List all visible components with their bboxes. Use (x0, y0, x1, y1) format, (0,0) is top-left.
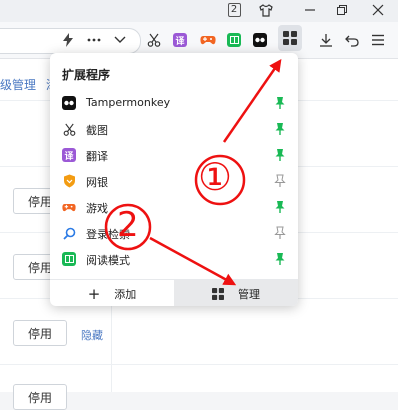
annotation-number-1: ① (198, 155, 233, 199)
extension-name: Tampermonkey (86, 96, 171, 109)
extension-row-translate[interactable]: 译 翻译 (50, 144, 298, 170)
popup-footer: + 添加 管理 (50, 279, 298, 306)
book-icon[interactable] (224, 30, 244, 50)
extension-name: 阅读模式 (86, 254, 130, 267)
extension-row-screenshot[interactable]: 截图 (50, 118, 298, 144)
manage-extensions-button[interactable]: 管理 (174, 280, 298, 306)
lightning-icon[interactable] (58, 30, 78, 50)
scissors-icon (62, 122, 76, 136)
divider (0, 364, 398, 365)
pin-icon[interactable] (274, 96, 286, 110)
pin-icon[interactable] (274, 122, 286, 136)
hide-link[interactable]: 隐藏 (81, 327, 103, 343)
tab-count-icon[interactable]: 2 (226, 2, 242, 18)
shirt-icon[interactable] (258, 2, 274, 18)
extensions-grid-icon (283, 31, 297, 45)
undo-icon[interactable] (342, 30, 362, 50)
extensions-button[interactable] (278, 25, 302, 51)
gamepad-icon (62, 200, 76, 214)
more-icon[interactable] (84, 30, 104, 50)
menu-icon[interactable] (368, 30, 388, 50)
scissors-icon[interactable] (144, 30, 164, 50)
add-label: 添加 (114, 287, 137, 301)
book-icon (62, 252, 76, 266)
add-extension-button[interactable]: + 添加 (50, 280, 174, 306)
pin-icon[interactable] (274, 174, 286, 188)
bank-shield-icon (62, 174, 76, 188)
pin-icon[interactable] (274, 200, 286, 214)
extensions-grid-icon (212, 287, 224, 300)
extension-row-game[interactable]: 游戏 (50, 196, 298, 222)
translate-icon[interactable]: 译 (170, 30, 190, 50)
tampermonkey-icon[interactable] (250, 30, 270, 50)
extension-row-login-search[interactable]: 登录检索 (50, 222, 298, 248)
manage-label: 管理 (238, 287, 260, 301)
window-titlebar: 2 (0, 0, 398, 22)
translate-icon: 译 (62, 148, 76, 162)
extension-name: 翻译 (86, 150, 108, 163)
extension-row-reader[interactable]: 阅读模式 (50, 248, 298, 274)
restore-icon[interactable] (334, 2, 350, 18)
tab-count: 2 (227, 3, 241, 17)
plus-icon: + (87, 284, 101, 303)
chevron-down-icon[interactable] (110, 30, 130, 50)
download-icon[interactable] (316, 30, 336, 50)
minimize-icon[interactable] (302, 2, 318, 18)
extension-name: 游戏 (86, 202, 108, 215)
link-manage[interactable]: 级管理 (0, 76, 36, 93)
extension-row-tampermonkey[interactable]: Tampermonkey (50, 92, 298, 118)
stop-button[interactable]: 停用 (13, 384, 67, 410)
extension-row-bank[interactable]: 网银 (50, 170, 298, 196)
extension-name: 截图 (86, 124, 108, 137)
extensions-popup: 扩展程序 Tampermonkey 截图 译 翻译 网银 游戏 登录检索 阅读模… (50, 53, 298, 306)
extension-name: 网银 (86, 176, 108, 189)
pin-icon[interactable] (274, 148, 286, 162)
popup-title: 扩展程序 (62, 68, 111, 82)
pin-icon[interactable] (274, 252, 286, 266)
tampermonkey-icon (62, 96, 76, 110)
close-icon[interactable] (370, 2, 386, 18)
pin-icon[interactable] (274, 226, 286, 240)
stop-button[interactable]: 停用 (13, 320, 67, 346)
gamepad-icon[interactable] (198, 30, 218, 50)
annotation-number-2: 2 (117, 205, 139, 245)
search-icon (62, 226, 76, 240)
